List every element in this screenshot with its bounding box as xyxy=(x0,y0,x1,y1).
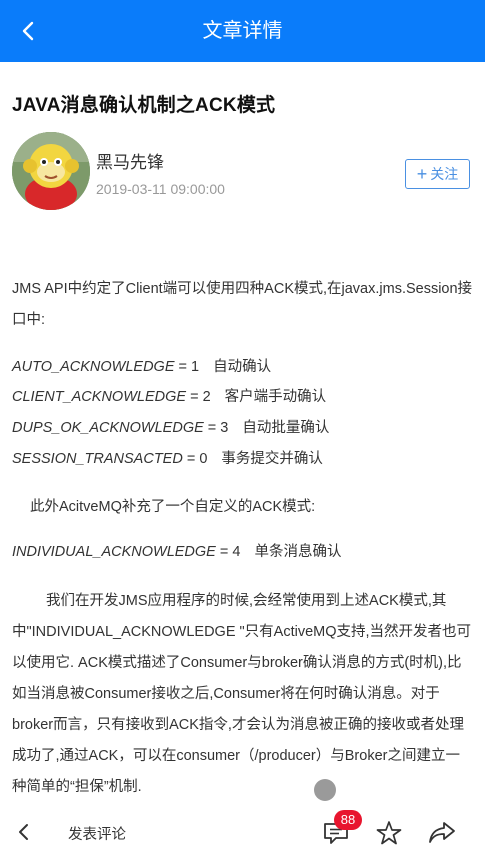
plus-icon: + xyxy=(416,164,428,184)
publish-time: 2019-03-11 09:00:00 xyxy=(96,181,225,197)
chevron-left-icon[interactable] xyxy=(12,820,36,844)
comment-input[interactable]: 发表评论 xyxy=(68,823,126,844)
bottom-bar: 发表评论 88 xyxy=(0,808,485,857)
ack-mode-line: DUPS_OK_ACKNOWLEDGE = 3 自动批量确认 xyxy=(12,420,330,436)
ack-mode-line: INDIVIDUAL_ACKNOWLEDGE = 4 单条消息确认 xyxy=(12,544,342,560)
share-icon[interactable] xyxy=(428,820,456,846)
star-icon[interactable] xyxy=(376,820,402,846)
follow-label: 关注 xyxy=(430,166,459,182)
article-title: JAVA消息确认机制之ACK模式 xyxy=(12,95,276,116)
page-title: 文章详情 xyxy=(202,20,283,42)
floating-button[interactable] xyxy=(314,779,336,801)
follow-button[interactable]: + 关注 xyxy=(405,159,470,189)
author-name[interactable]: 黑马先锋 xyxy=(96,148,164,173)
avatar[interactable] xyxy=(12,132,90,210)
ack-mode-line: SESSION_TRANSACTED = 0 事务提交并确认 xyxy=(12,451,323,467)
comment-count-badge: 88 xyxy=(334,810,362,830)
intro-paragraph: JMS API中约定了Client端可以使用四种ACK模式,在javax.jms… xyxy=(12,281,473,328)
body-paragraph: 我们在开发JMS应用程序的时候,会经常使用到上述ACK模式,其中"INDIVID… xyxy=(12,593,472,795)
top-nav-bar: 文章详情 xyxy=(0,0,485,62)
ack-mode-line: AUTO_ACKNOWLEDGE = 1 自动确认 xyxy=(12,359,272,375)
extra-intro: 此外AcitveMQ补充了一个自定义的ACK模式: xyxy=(30,499,316,515)
ack-mode-line: CLIENT_ACKNOWLEDGE = 2 客户端手动确认 xyxy=(12,389,327,405)
